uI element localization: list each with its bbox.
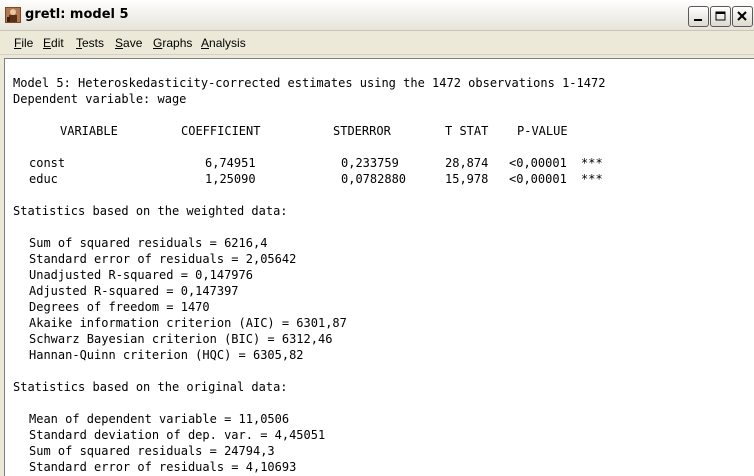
dependent-variable: Dependent variable: wage [13, 92, 187, 106]
table-row-significance: *** [581, 156, 603, 170]
col-header-stderror: STDERROR [333, 124, 391, 138]
table-row-stderror: 0,233759 [341, 156, 399, 170]
original-stat-line: Standard error of residuals = 4,10693 [29, 460, 297, 474]
table-row-coefficient: 1,25090 [205, 172, 256, 186]
gretl-app-icon[interactable] [5, 7, 21, 23]
maximize-button[interactable] [710, 6, 731, 27]
original-stat-line: Standard deviation of dep. var. = 4,4505… [29, 428, 326, 442]
model-output-text[interactable]: Model 5: Heteroskedasticity-corrected es… [4, 58, 754, 476]
minimize-icon [694, 19, 702, 21]
close-icon [737, 11, 747, 21]
weighted-stat-line: Akaike information criterion (AIC) = 630… [29, 316, 347, 330]
model-heading: Model 5: Heteroskedasticity-corrected es… [13, 76, 606, 90]
original-stats-header: Statistics based on the original data: [13, 380, 288, 394]
table-row-coefficient: 6,74951 [205, 156, 256, 170]
menu-save[interactable]: Save [115, 36, 142, 50]
title-bar[interactable]: gretl: model 5 [0, 0, 754, 31]
close-button[interactable] [732, 6, 753, 27]
weighted-stat-line: Sum of squared residuals = 6216,4 [29, 236, 268, 250]
minimize-button[interactable] [688, 6, 709, 27]
weighted-stats-header: Statistics based on the weighted data: [13, 204, 288, 218]
window-title: gretl: model 5 [25, 7, 129, 22]
table-row-significance: *** [581, 172, 603, 186]
table-row-variable: const [29, 156, 66, 170]
weighted-stat-line: Degrees of freedom = 1470 [29, 300, 210, 314]
menu-bar: File Edit Tests Save Graphs Analysis [0, 31, 754, 55]
col-header-coefficient: COEFFICIENT [181, 124, 261, 138]
menu-analysis[interactable]: Analysis [201, 36, 246, 50]
original-stat-line: Mean of dependent variable = 11,0506 [29, 412, 290, 426]
weighted-stat-line: Schwarz Bayesian criterion (BIC) = 6312,… [29, 332, 333, 346]
weighted-stat-line: Hannan-Quinn criterion (HQC) = 6305,82 [29, 348, 304, 362]
table-row-pvalue: <0,00001 [509, 172, 567, 186]
menu-tests[interactable]: Tests [76, 36, 104, 50]
table-row-pvalue: <0,00001 [509, 156, 567, 170]
table-row-stderror: 0,0782880 [341, 172, 407, 186]
weighted-stat-line: Adjusted R-squared = 0,147397 [29, 284, 239, 298]
original-stat-line: Sum of squared residuals = 24794,3 [29, 444, 275, 458]
table-row-tstat: 28,874 [445, 156, 489, 170]
col-header-tstat: T STAT [445, 124, 489, 138]
menu-edit[interactable]: Edit [43, 36, 64, 50]
gretl-model-window: gretl: model 5 File Edit Tests Save Grap… [0, 0, 754, 476]
menu-file[interactable]: File [14, 36, 33, 50]
weighted-stat-line: Standard error of residuals = 2,05642 [29, 252, 297, 266]
menu-graphs[interactable]: Graphs [153, 36, 192, 50]
table-row-variable: educ [29, 172, 58, 186]
col-header-variable: VARIABLE [60, 124, 118, 138]
weighted-stat-line: Unadjusted R-squared = 0,147976 [29, 268, 253, 282]
col-header-pvalue: P-VALUE [517, 124, 568, 138]
table-row-tstat: 15,978 [445, 172, 489, 186]
maximize-icon [715, 11, 726, 21]
